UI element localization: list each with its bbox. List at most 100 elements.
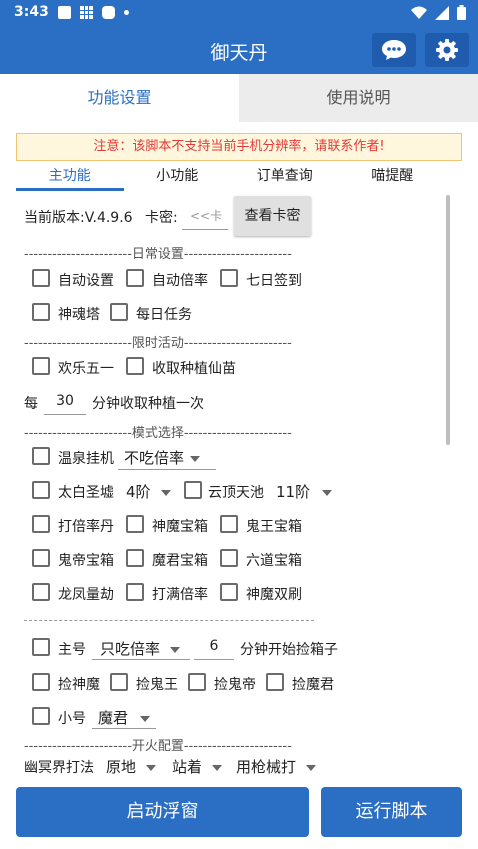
alt-account-select-value: 魔君: [98, 709, 129, 727]
checkbox-auto-settings[interactable]: [32, 269, 50, 287]
notification-dot-icon: [124, 10, 129, 15]
settings-button[interactable]: [425, 33, 469, 67]
guiwang-chest-label: 鬼王宝箱: [246, 519, 302, 535]
chevron-down-icon: [140, 715, 151, 722]
seven-day-signin-label: 七日签到: [246, 273, 302, 289]
subtab-main[interactable]: 主功能: [16, 165, 124, 191]
checkbox-longfeng[interactable]: [32, 583, 50, 601]
run-script-button[interactable]: 运行脚本: [321, 787, 462, 837]
tab-instructions[interactable]: 使用说明: [239, 74, 478, 122]
subtab-notify[interactable]: 喵提醒: [339, 165, 447, 191]
checkbox-auto-multiplier[interactable]: [126, 269, 144, 287]
harvest-seedlings-label: 收取种植仙苗: [152, 361, 236, 377]
main-account-select-value: 只吃倍率: [100, 640, 161, 658]
fire-weapon-select-value: 用枪械打: [236, 758, 297, 776]
mode-divider: -----------------------模式选择-------------…: [24, 426, 292, 441]
check-card-button[interactable]: 查看卡密: [234, 196, 311, 236]
main-account-select[interactable]: 只吃倍率: [100, 638, 181, 659]
checkbox-alt-account[interactable]: [32, 707, 50, 725]
checkbox-full-multiplier[interactable]: [126, 583, 144, 601]
checkbox-seven-day-signin[interactable]: [220, 269, 238, 287]
checkbox-shenmo-chest[interactable]: [126, 515, 144, 533]
checkbox-daily-tasks[interactable]: [110, 303, 128, 321]
status-bar: 3:43: [0, 0, 478, 26]
hot-spring-select[interactable]: 不吃倍率: [124, 447, 201, 468]
fire-divider: -----------------------开火配置-------------…: [24, 739, 292, 754]
pick-shenmo-label: 捡神魔: [58, 677, 100, 693]
checkbox-guiwang-chest[interactable]: [220, 515, 238, 533]
notification-grid-icon: [80, 6, 93, 19]
yunding-label: 云顶天池: [208, 485, 264, 501]
yunding-select[interactable]: 11阶: [276, 481, 333, 502]
fire-position-select-value: 原地: [106, 758, 137, 776]
taibai-select-value: 4阶: [126, 483, 151, 501]
interval-suffix: 分钟收取种植一次: [92, 396, 204, 412]
checkbox-taibai[interactable]: [32, 481, 50, 499]
pick-guiwang-label: 捡鬼王: [136, 677, 178, 693]
main-account-select-underline: [92, 659, 190, 660]
scrollbar[interactable]: [446, 195, 450, 445]
battery-icon: [457, 5, 466, 20]
checkbox-guidi-chest[interactable]: [32, 549, 50, 567]
chevron-down-icon: [146, 764, 157, 771]
fire-weapon-select[interactable]: 用枪械打: [236, 756, 317, 777]
chevron-down-icon: [160, 489, 171, 496]
checkbox-main-account[interactable]: [32, 638, 50, 656]
hot-spring-select-underline: [118, 469, 216, 470]
chevron-down-icon: [170, 646, 181, 653]
version-label: 当前版本:V.4.9.6: [24, 210, 133, 226]
interval-input[interactable]: 30: [44, 393, 86, 409]
minutes-input-underline: [194, 659, 234, 660]
auto-settings-label: 自动设置: [58, 273, 114, 289]
checkbox-mojun-chest[interactable]: [126, 549, 144, 567]
card-input-underline: [182, 229, 228, 230]
daily-tasks-label: 每日任务: [136, 307, 192, 323]
chevron-down-icon: [190, 455, 201, 462]
chevron-down-icon: [306, 764, 317, 771]
fire-stance-select-value: 站着: [172, 758, 203, 776]
checkbox-pick-guiwang[interactable]: [110, 673, 128, 691]
pick-guidi-label: 捡鬼帝: [214, 677, 256, 693]
checkbox-pick-shenmo[interactable]: [32, 673, 50, 691]
checkbox-multiplier-pill[interactable]: [32, 515, 50, 533]
checkbox-yunding[interactable]: [184, 481, 202, 499]
liudao-chest-label: 六道宝箱: [246, 553, 302, 569]
soul-tower-label: 神魂塔: [58, 307, 100, 323]
fire-label: 幽冥界打法: [24, 760, 94, 776]
resolution-notice: 注意：该脚本不支持当前手机分辨率，请联系作者!: [16, 133, 462, 161]
checkbox-shenmo-double[interactable]: [220, 583, 238, 601]
checkbox-pick-guidi[interactable]: [188, 673, 206, 691]
chevron-down-icon: [322, 489, 333, 496]
checkbox-soul-tower[interactable]: [32, 303, 50, 321]
checkbox-hot-spring[interactable]: [32, 447, 50, 465]
taibai-select[interactable]: 4阶: [126, 481, 171, 502]
chat-button[interactable]: [372, 33, 416, 67]
checkbox-harvest-seedlings[interactable]: [126, 357, 144, 375]
checkbox-pick-mojun[interactable]: [266, 673, 284, 691]
system-icons: [411, 5, 466, 20]
longfeng-label: 龙凤量劫: [58, 587, 114, 603]
subtab-minor[interactable]: 小功能: [124, 165, 232, 191]
fire-position-select[interactable]: 原地: [106, 756, 157, 777]
app-bar: 御天丹: [0, 26, 478, 74]
may-day-label: 欢乐五一: [58, 361, 114, 377]
pick-mojun-label: 捡魔君: [292, 677, 334, 693]
yunding-select-value: 11阶: [276, 483, 311, 501]
tab-function-settings[interactable]: 功能设置: [0, 74, 239, 122]
section-divider: [24, 620, 314, 621]
mojun-chest-label: 魔君宝箱: [152, 553, 208, 569]
notification-icons: [58, 6, 129, 19]
minutes-input[interactable]: 6: [194, 638, 234, 654]
card-input[interactable]: <<卡: [190, 207, 222, 224]
start-float-button[interactable]: 启动浮窗: [16, 787, 309, 837]
auto-multiplier-label: 自动倍率: [152, 273, 208, 289]
alt-account-select[interactable]: 魔君: [98, 707, 151, 728]
subtab-orders[interactable]: 订单查询: [231, 165, 339, 191]
taibai-label: 太白圣墟: [58, 485, 114, 501]
checkbox-may-day[interactable]: [32, 357, 50, 375]
chat-icon: [382, 40, 406, 60]
fire-stance-select[interactable]: 站着: [172, 756, 223, 777]
checkbox-liudao-chest[interactable]: [220, 549, 238, 567]
notification-box-icon: [58, 6, 71, 19]
hot-spring-label: 温泉挂机: [58, 451, 114, 467]
